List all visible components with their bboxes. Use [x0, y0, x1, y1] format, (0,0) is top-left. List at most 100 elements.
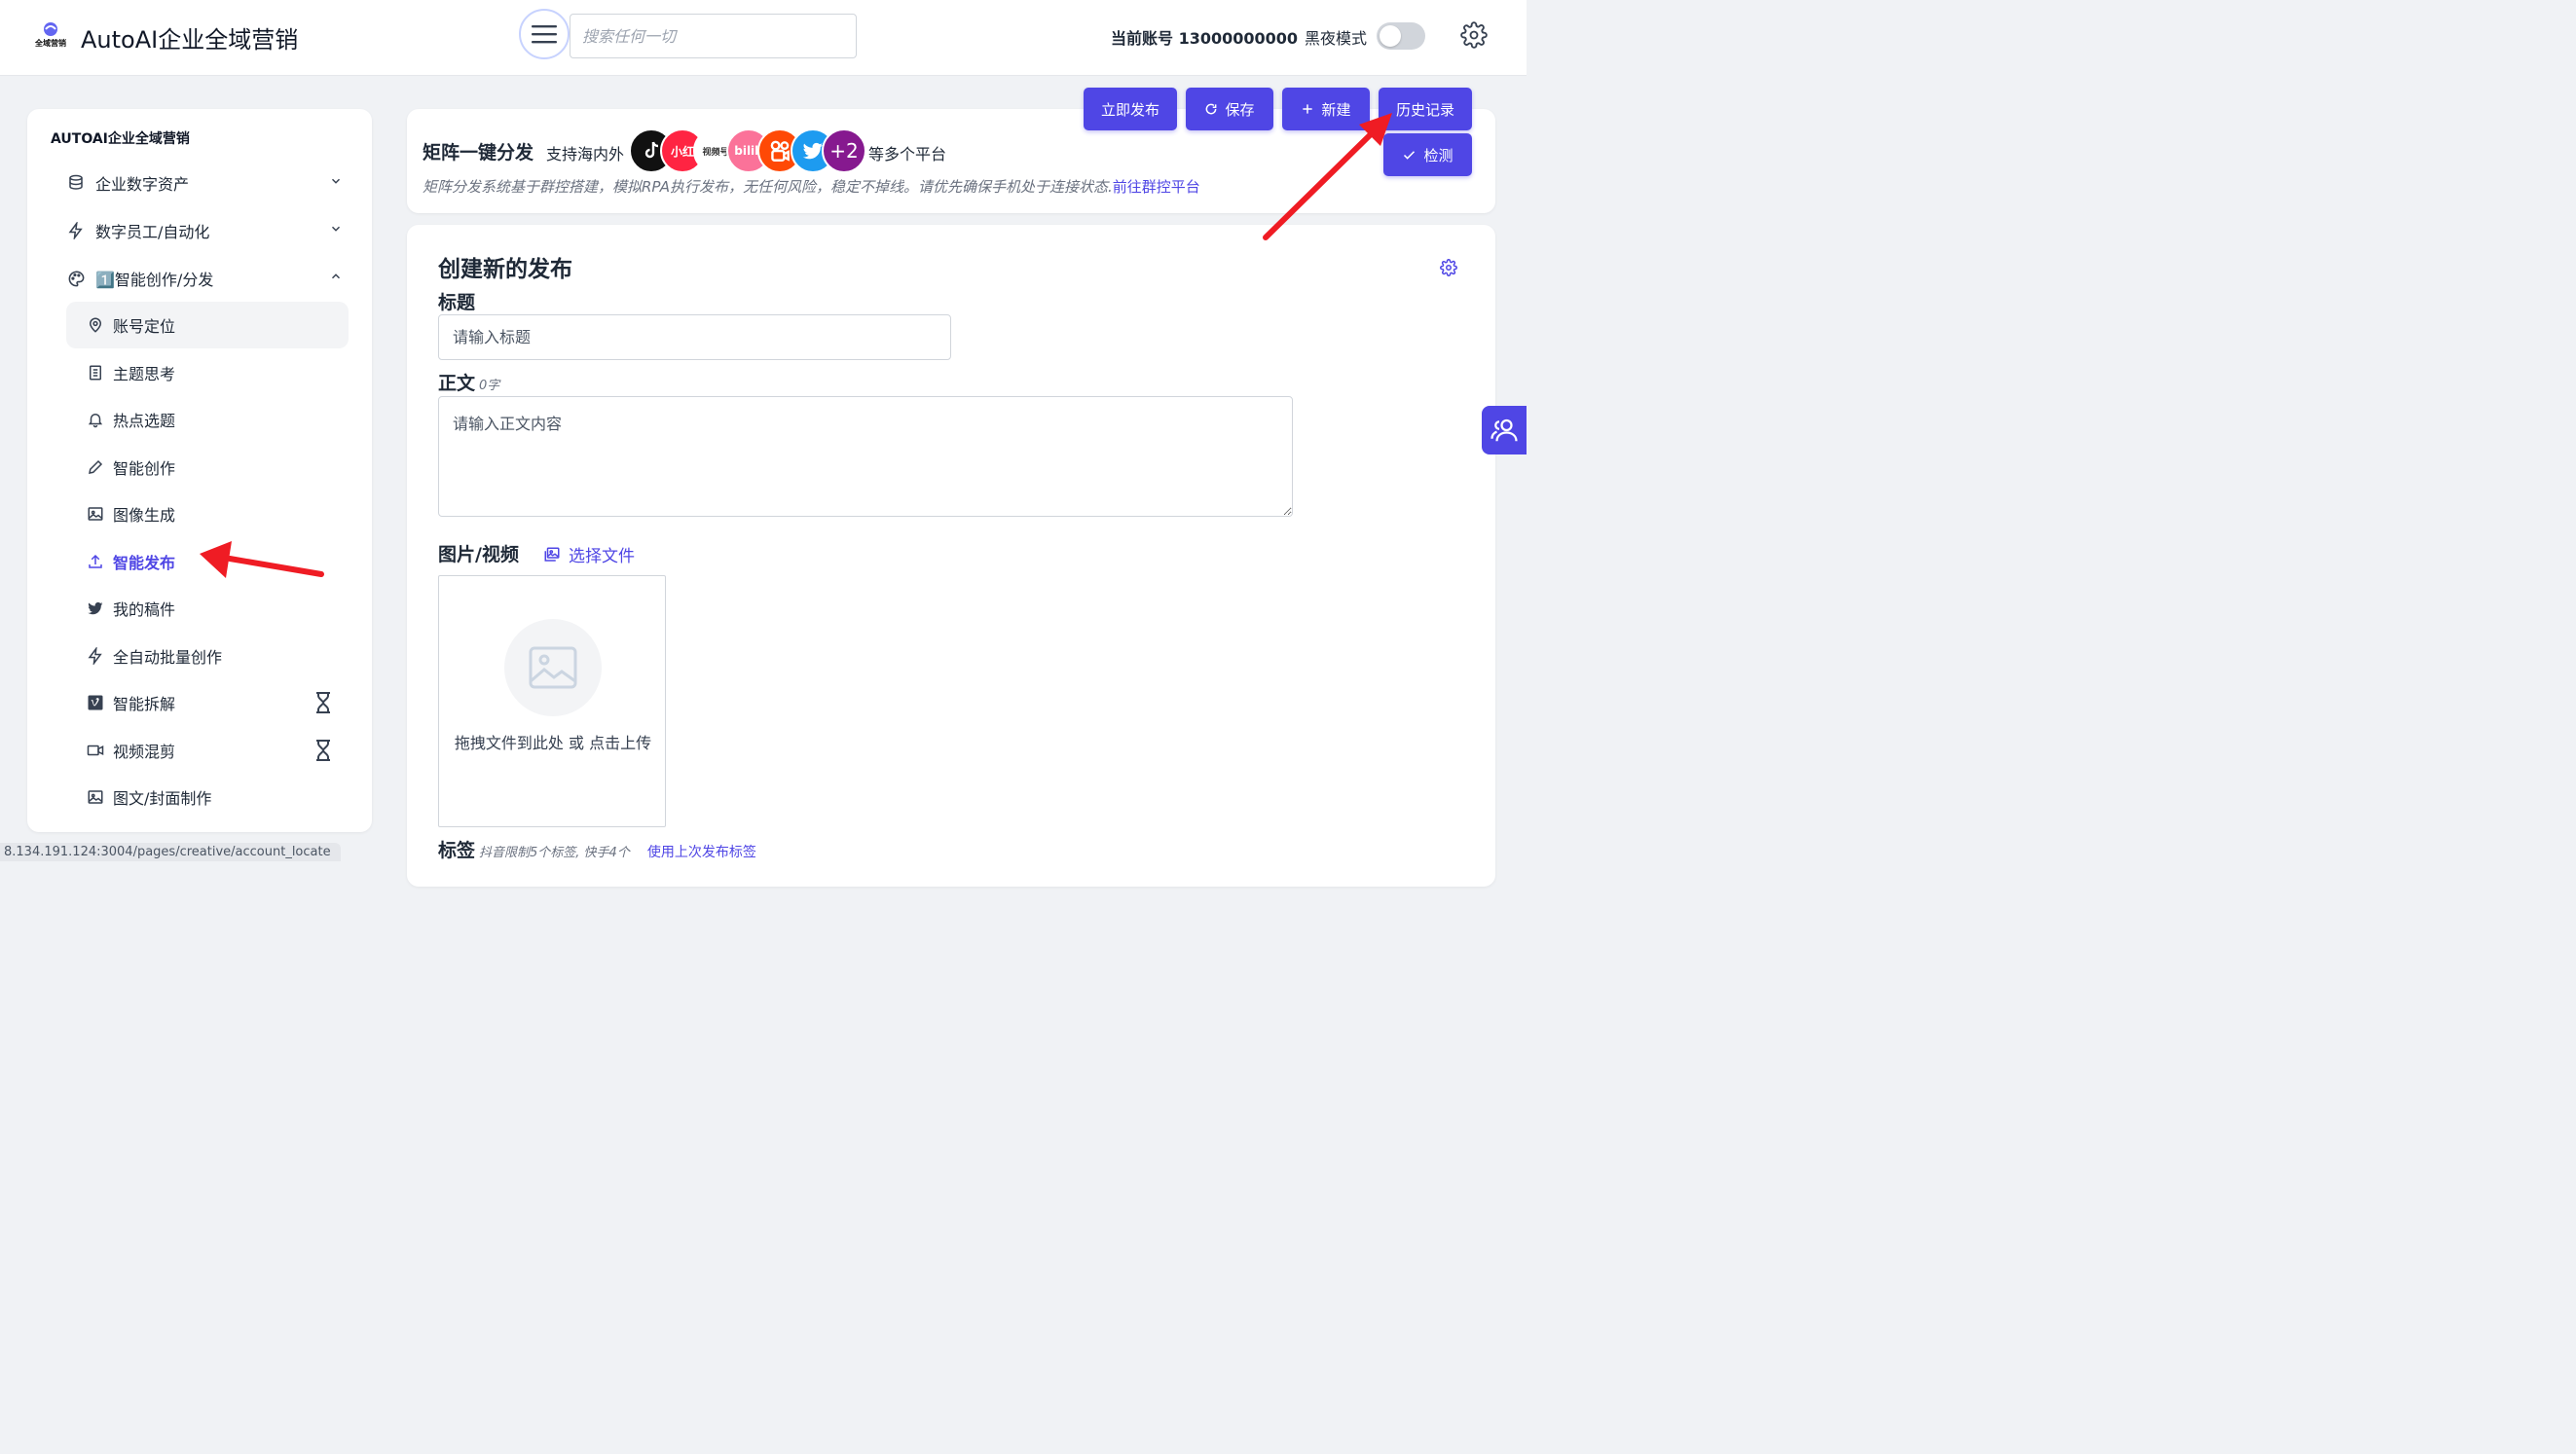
sidebar-item-label: 图文/封面制作: [113, 789, 212, 808]
sidebar-item-hot-topics[interactable]: 热点选题: [66, 396, 349, 443]
sidebar-group-label: 企业数字资产: [95, 175, 190, 194]
settings-gear-icon[interactable]: [1460, 21, 1488, 49]
use-last-tags-link[interactable]: 使用上次发布标签: [647, 842, 756, 861]
title-label: 标题: [438, 292, 476, 313]
sidebar-item-cover-maker[interactable]: 图文/封面制作: [66, 774, 349, 820]
sidebar-group-creation[interactable]: 1️⃣智能创作/分发: [66, 256, 349, 301]
bell-icon: [86, 410, 105, 429]
intro-support-text: 支持海内外: [546, 145, 625, 164]
location-pin-icon: [86, 315, 105, 335]
chevron-down-icon: [329, 173, 349, 193]
hourglass-icon: [313, 691, 333, 714]
account-label: 当前账号 13000000000: [1111, 29, 1299, 48]
platform-icons: 小红 视频号 bilib +2: [629, 128, 872, 173]
check-label: 检测: [1423, 146, 1454, 164]
sidebar-item-my-drafts[interactable]: 我的稿件: [66, 585, 349, 632]
upload-icon: [86, 552, 105, 571]
sidebar-brand: AUTOAI企业全域营销: [51, 131, 190, 147]
pencil-icon: [86, 457, 105, 477]
status-bar-url: 8.134.191.124:3004/pages/creative/accoun…: [0, 843, 341, 861]
dark-mode-toggle[interactable]: [1377, 22, 1425, 50]
sidebar-group-label: 数字员工/自动化: [95, 223, 210, 241]
menu-button[interactable]: [519, 9, 570, 59]
image-icon: [86, 787, 105, 807]
intro-title: 矩阵一键分发: [423, 142, 534, 164]
media-label: 图片/视频: [438, 544, 519, 565]
body-char-count: 0字: [479, 379, 500, 393]
tags-row: 标签 抖音限制5个标签, 快手4个 使用上次发布标签: [438, 836, 756, 862]
vimeo-icon: [86, 693, 105, 712]
sidebar-group-digital-assets[interactable]: 企业数字资产: [66, 161, 349, 205]
sidebar-item-smart-publish[interactable]: 智能发布: [66, 538, 349, 585]
upload-instructions: 拖拽文件到此处 或 点击上传: [454, 734, 652, 752]
palette-icon: [66, 269, 86, 288]
body-label: 正文: [438, 373, 476, 394]
refresh-icon: [1206, 103, 1217, 115]
form-title: 创建新的发布: [438, 257, 572, 282]
sidebar-item-account-locate[interactable]: 账号定位: [66, 302, 349, 348]
users-icon: [1490, 418, 1518, 442]
more-platforms-badge: +2: [822, 128, 866, 173]
publish-now-label: 立即发布: [1100, 100, 1159, 119]
sidebar-group-label: 1️⃣智能创作/分发: [95, 271, 214, 289]
sidebar-item-label: 智能创作: [113, 459, 176, 478]
sidebar-item-smart-breakdown[interactable]: 智能拆解: [66, 679, 349, 726]
twitter-bird-icon: [86, 599, 105, 618]
video-camera-icon: [86, 741, 105, 760]
logo-text: 全域营销: [34, 38, 66, 48]
plus-icon: [1303, 104, 1313, 114]
tags-hint: 抖音限制5个标签, 快手4个: [479, 846, 630, 860]
new-label: 新建: [1321, 100, 1351, 119]
body-textarea[interactable]: [438, 396, 1293, 517]
lightning-icon: [86, 646, 105, 666]
upload-dropzone[interactable]: 拖拽文件到此处 或 点击上传: [438, 575, 666, 827]
sidebar-item-label: 全自动批量创作: [113, 648, 223, 667]
chevron-down-icon: [329, 221, 349, 240]
app-title: AutoAI企业全域营销: [81, 26, 299, 54]
customer-service-button[interactable]: [1482, 406, 1527, 454]
lightning-icon: [66, 221, 86, 240]
save-button[interactable]: 保存: [1186, 88, 1273, 130]
sidebar-item-label: 智能拆解: [113, 695, 176, 713]
sidebar-item-smart-creation[interactable]: 智能创作: [66, 444, 349, 491]
toggle-knob: [1380, 25, 1401, 47]
new-button[interactable]: 新建: [1282, 88, 1370, 130]
tags-label: 标签: [438, 840, 476, 861]
sidebar-item-image-gen[interactable]: 图像生成: [66, 491, 349, 537]
title-input[interactable]: [438, 314, 951, 360]
check-button[interactable]: 检测: [1383, 133, 1472, 176]
history-button[interactable]: 历史记录: [1379, 88, 1472, 130]
sidebar-item-topic-thinking[interactable]: 主题思考: [66, 349, 349, 396]
publish-now-button[interactable]: 立即发布: [1084, 88, 1177, 130]
image-placeholder-icon: [529, 646, 577, 689]
intro-description: 矩阵分发系统基于群控搭建，模拟RPA执行发布，无任何风险，稳定不掉线。请优先确保…: [423, 176, 1200, 197]
chevron-up-icon: [329, 269, 349, 288]
sidebar-item-label: 主题思考: [113, 365, 176, 383]
sidebar-group-automation[interactable]: 数字员工/自动化: [66, 208, 349, 253]
sidebar: AUTOAI企业全域营销 企业数字资产 数字员工/自动化 1️⃣智能创作/分发 …: [27, 109, 372, 832]
sidebar-item-label: 热点选题: [113, 412, 176, 430]
image-icon: [86, 504, 105, 524]
hourglass-icon: [313, 739, 333, 762]
dark-mode-label: 黑夜模式: [1305, 29, 1368, 48]
save-label: 保存: [1225, 100, 1255, 119]
form-settings-gear-icon[interactable]: [1440, 259, 1459, 278]
search-input[interactable]: [570, 14, 857, 58]
database-icon: [66, 173, 86, 193]
top-header: 全域营销 AutoAI企业全域营销 当前账号 13000000000 黑夜模式: [0, 0, 1527, 76]
sidebar-item-label: 智能发布: [113, 554, 176, 572]
upload-placeholder: [504, 619, 602, 716]
sidebar-item-video-mix[interactable]: 视频混剪: [66, 727, 349, 774]
sidebar-item-label: 我的稿件: [113, 600, 176, 619]
document-list-icon: [86, 363, 105, 382]
app-logo[interactable]: 全域营销: [32, 21, 69, 51]
publish-form-card: 创建新的发布 标题 正文0字 图片/视频 选择文件 拖拽文件到此处 或 点击上传…: [407, 225, 1495, 887]
choose-file-button[interactable]: 选择文件: [543, 542, 635, 566]
sidebar-item-batch-creation[interactable]: 全自动批量创作: [66, 633, 349, 679]
checkmark-icon: [1404, 150, 1416, 160]
sidebar-item-label: 图像生成: [113, 506, 176, 525]
intro-description-text: 矩阵分发系统基于群控搭建，模拟RPA执行发布，无任何风险，稳定不掉线。请优先确保…: [423, 178, 1113, 196]
group-control-link[interactable]: 前往群控平台: [1113, 178, 1200, 196]
hamburger-icon: [532, 25, 557, 44]
images-icon: [544, 547, 560, 562]
